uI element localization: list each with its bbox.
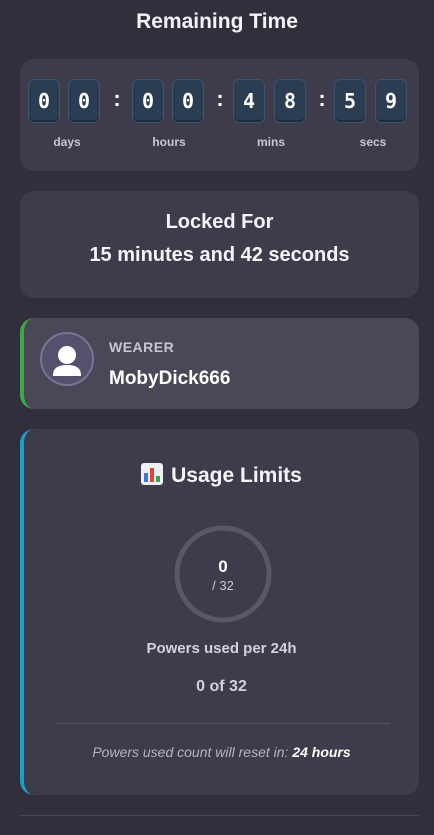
bottom-divider [20,815,419,816]
bar-chart-icon [141,463,164,485]
days-digit-2: 0 [68,79,100,123]
locked-for-card: Locked For 15 minutes and 42 seconds [20,191,419,298]
locked-for-title: Locked For [165,211,274,233]
usage-progress-ring: 0 / 32 [173,524,273,624]
reset-info: Powers used count will reset in: 24 hour… [24,744,419,760]
mins-digit-2: 8 [274,79,306,123]
wearer-card[interactable]: WEARER MobyDick666 [20,318,419,409]
reset-value: 24 hours [292,744,351,760]
hours-digit-1: 0 [132,79,164,123]
locked-for-value: 15 minutes and 42 seconds [89,244,350,266]
days-digit-1: 0 [28,79,60,123]
usage-limits-title: Usage Limits [171,464,302,487]
mins-label: mins [256,135,285,149]
usage-limits-card: Usage Limits 0 / 32 Powers used per 24h … [20,429,419,795]
secs-digit-2: 9 [375,79,407,123]
days-label: days [53,135,81,149]
user-avatar-icon [40,332,94,386]
reset-prefix: Powers used count will reset in: [92,744,289,760]
wearer-name[interactable]: MobyDick666 [109,368,230,390]
hours-label: hours [152,135,186,149]
countdown-digits: 0 0 : 0 0 : 4 8 : 5 9 [28,79,411,123]
powers-used-value: 0 [218,557,228,576]
usage-limits-heading: Usage Limits [24,463,419,488]
separator-colon: : [113,86,121,111]
mins-digit-1: 4 [233,79,265,123]
separator-colon: : [216,86,224,111]
divider [56,723,390,724]
separator-colon: : [318,86,326,111]
secs-digit-1: 5 [334,79,366,123]
secs-label: secs [359,135,387,149]
powers-total: / 32 [212,578,234,593]
countdown-timer-card: 0 0 : 0 0 : 4 8 : 5 9 days hours mins se… [20,59,419,171]
powers-used-label: Powers used per 24h [146,640,297,657]
wearer-label: WEARER [109,339,175,355]
hours-digit-2: 0 [172,79,204,123]
powers-count: 0 of 32 [196,678,247,695]
page-title: Remaining Time [136,10,298,33]
